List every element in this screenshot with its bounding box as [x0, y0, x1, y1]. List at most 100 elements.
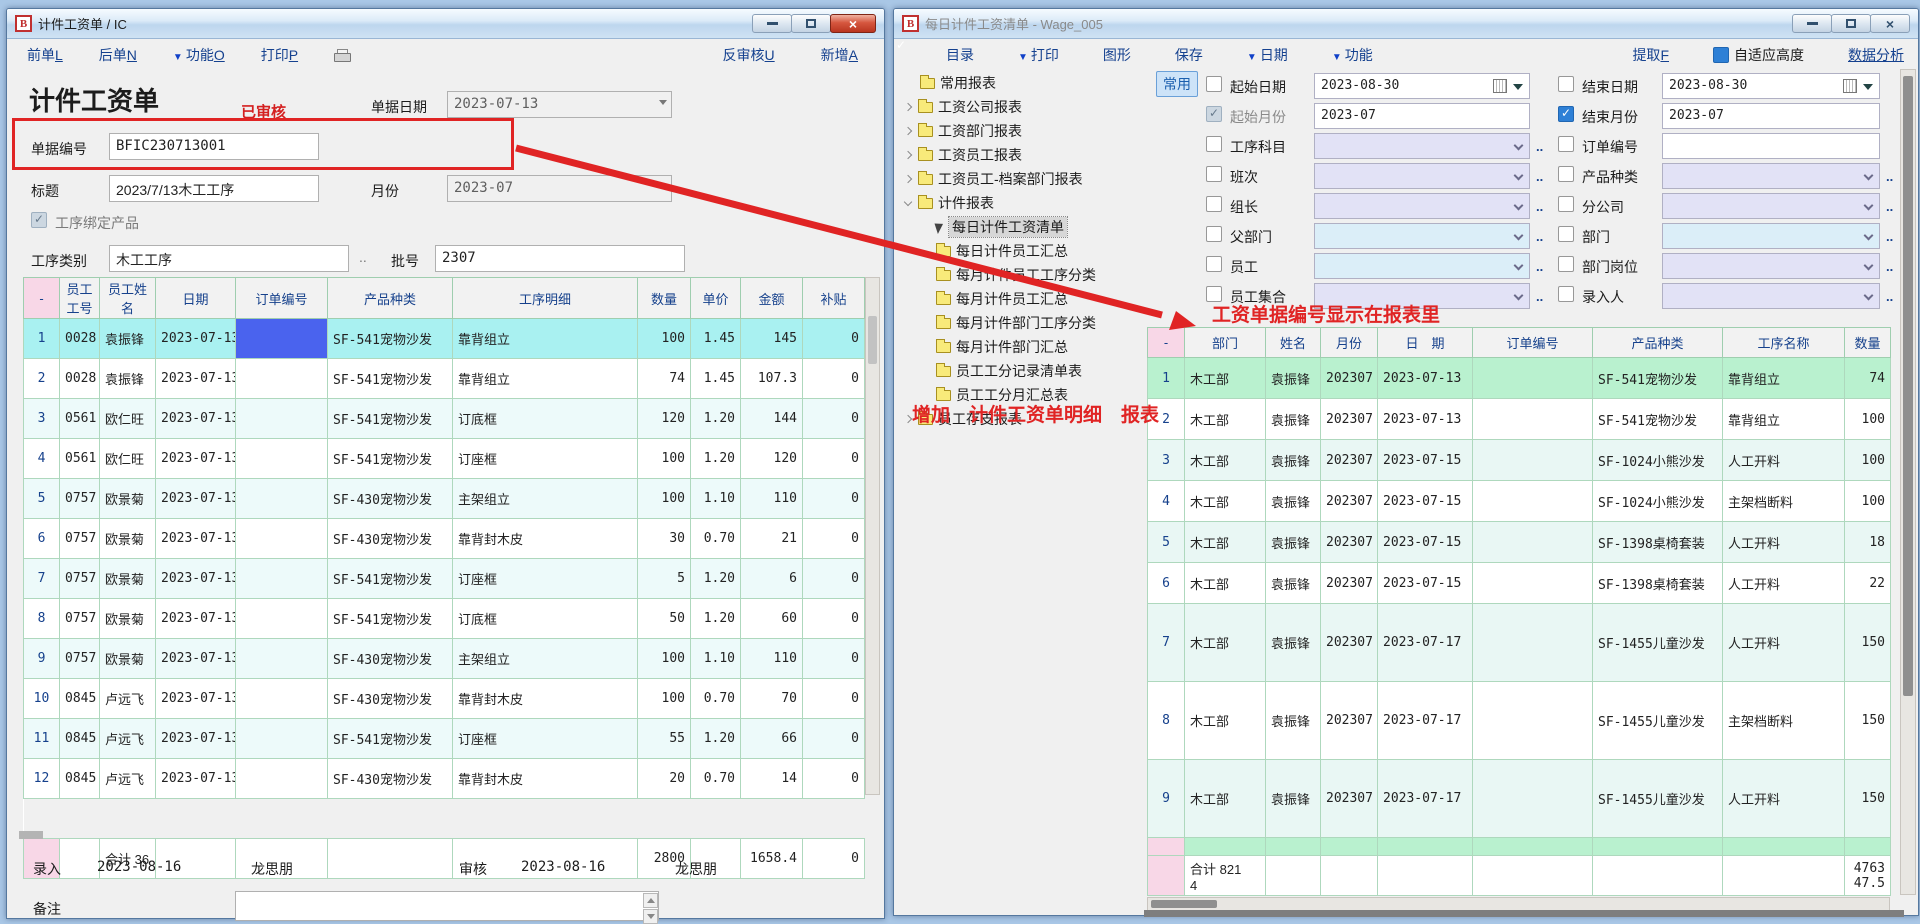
product-type-select[interactable] [1662, 163, 1880, 189]
dept-select[interactable] [1662, 223, 1880, 249]
col-header[interactable]: 产品种类 [1593, 328, 1723, 358]
col-header[interactable]: 姓名 [1266, 328, 1321, 358]
table-row[interactable]: 10 0845 卢远飞 2023-07-13 SF-430宠物沙发 靠背封木皮 … [24, 679, 865, 719]
end-date-input[interactable]: 2023-08-30 [1662, 73, 1880, 99]
lookup-dots[interactable]: .. [1536, 259, 1543, 274]
title-field[interactable]: 2023/7/13木工工序 [109, 175, 319, 202]
table-row[interactable]: 8 0757 欧景菊 2023-07-13 SF-541宠物沙发 订底框 50 … [24, 599, 865, 639]
data-analysis-link[interactable]: 数据分析 [1848, 45, 1904, 65]
lookup-dots[interactable]: .. [1886, 289, 1893, 304]
date-menu[interactable]: 日期 [1247, 45, 1288, 65]
table-row[interactable]: 3 0561 欧仁旺 2023-07-13 SF-541宠物沙发 订底框 120… [24, 399, 865, 439]
print-menu[interactable]: 打印 [1018, 45, 1059, 65]
table-vscrollbar[interactable] [865, 277, 880, 795]
scroll-up-button[interactable] [643, 893, 658, 908]
product-type-checkbox[interactable] [1558, 166, 1574, 182]
order-no-input[interactable] [1662, 133, 1880, 159]
table-row[interactable]: 9 0757 欧景菊 2023-07-13 SF-430宠物沙发 主架组立 10… [24, 639, 865, 679]
col-header[interactable]: 补贴 [803, 278, 865, 319]
extract-button[interactable]: 提取F [1632, 45, 1669, 65]
col-header[interactable]: 订单编号 [236, 278, 328, 319]
branch-select[interactable] [1662, 193, 1880, 219]
daily-wage-report-window[interactable]: B 每日计件工资清单 - Wage_005 × 目录 打印 图形 保存 日期 功… [893, 8, 1919, 916]
table-row[interactable]: 4 木工部 袁振锋 202307 2023-07-15 SF-1024小熊沙发 … [1148, 481, 1891, 522]
report-hscrollbar[interactable] [1147, 897, 1890, 911]
report-vscrollbar[interactable] [1900, 69, 1916, 895]
col-header[interactable]: 员工姓名 [100, 278, 156, 319]
col-header[interactable]: 产品种类 [328, 278, 453, 319]
lookup-dots[interactable]: .. [1536, 139, 1543, 154]
start-date-input[interactable]: 2023-08-30 [1314, 73, 1530, 99]
col-header[interactable]: 日期 [156, 278, 236, 319]
function-menu[interactable]: 功能 [1332, 45, 1373, 65]
table-row[interactable]: 5 0757 欧景菊 2023-07-13 SF-430宠物沙发 主架组立 10… [24, 479, 865, 519]
lookup-dots[interactable]: .. [359, 249, 367, 265]
start-month-input[interactable]: 2023-07 [1314, 103, 1530, 129]
table-row[interactable]: 9 木工部 袁振锋 202307 2023-07-17 SF-1455儿童沙发 … [1148, 760, 1891, 838]
start-date-checkbox[interactable] [1206, 76, 1222, 92]
table-row[interactable]: 2 0028 袁振锋 2023-07-13 SF-541宠物沙发 靠背组立 74… [24, 359, 865, 399]
dropdown-arrow-icon[interactable] [1863, 84, 1873, 90]
col-header[interactable]: 员工工号 [60, 278, 100, 319]
col-header[interactable]: 数量 [638, 278, 691, 319]
col-header[interactable]: 订单编号 [1473, 328, 1593, 358]
unaudit-button[interactable]: 反审核U [723, 45, 775, 65]
table-row[interactable]: 8 木工部 袁振锋 202307 2023-07-17 SF-1455儿童沙发 … [1148, 682, 1891, 760]
table-row[interactable]: 5 木工部 袁振锋 202307 2023-07-15 SF-1398桌椅套装 … [1148, 522, 1891, 563]
batch-field[interactable]: 2307 [435, 245, 685, 272]
end-date-checkbox[interactable] [1558, 76, 1574, 92]
employee-select[interactable] [1314, 253, 1530, 279]
dept-checkbox[interactable] [1558, 226, 1574, 242]
close-button[interactable]: × [830, 14, 876, 33]
autofit-height-checkbox[interactable] [1713, 47, 1729, 63]
shift-select[interactable] [1314, 163, 1530, 189]
calendar-icon[interactable] [1493, 79, 1507, 93]
process-subject-checkbox[interactable] [1206, 136, 1222, 152]
minimize-button[interactable] [1792, 14, 1832, 33]
lookup-dots[interactable]: .. [1536, 169, 1543, 184]
order-no-checkbox[interactable] [1558, 136, 1574, 152]
col-header[interactable]: 日 期 [1378, 328, 1473, 358]
lookup-dots[interactable]: .. [1886, 229, 1893, 244]
right-titlebar[interactable]: B 每日计件工资清单 - Wage_005 × [894, 9, 1918, 39]
splitter-handle[interactable] [19, 831, 43, 839]
parent-dept-select[interactable] [1314, 223, 1530, 249]
branch-checkbox[interactable] [1558, 196, 1574, 212]
col-header[interactable]: - [1148, 328, 1185, 358]
graph-menu[interactable]: 图形 [1103, 45, 1131, 65]
table-row[interactable]: 12 0845 卢远飞 2023-07-13 SF-430宠物沙发 靠背封木皮 … [24, 759, 865, 799]
left-titlebar[interactable]: B 计件工资单 / IC × [7, 9, 884, 39]
new-doc-button[interactable]: 新增A [821, 45, 858, 65]
process-subject-select[interactable] [1314, 133, 1530, 159]
end-month-checkbox[interactable] [1558, 106, 1574, 122]
table-row[interactable]: 6 0757 欧景菊 2023-07-13 SF-430宠物沙发 靠背封木皮 3… [24, 519, 865, 559]
table-row[interactable]: 4 0561 欧仁旺 2023-07-13 SF-541宠物沙发 订座框 100… [24, 439, 865, 479]
directory-menu[interactable]: 目录 [946, 45, 974, 65]
table-row[interactable]: 3 木工部 袁振锋 202307 2023-07-15 SF-1024小熊沙发 … [1148, 440, 1891, 481]
table-row[interactable]: 6 木工部 袁振锋 202307 2023-07-15 SF-1398桌椅套装 … [1148, 563, 1891, 604]
print-menu[interactable]: 打印P [261, 45, 298, 65]
entry-person-select[interactable] [1662, 283, 1880, 309]
col-header[interactable]: 月份 [1321, 328, 1378, 358]
col-header[interactable]: 工序名称 [1723, 328, 1845, 358]
lookup-dots[interactable]: .. [1536, 199, 1543, 214]
maximize-button[interactable] [791, 14, 831, 33]
dept-position-select[interactable] [1662, 253, 1880, 279]
leader-checkbox[interactable] [1206, 196, 1222, 212]
dropdown-arrow-icon[interactable] [1513, 84, 1523, 90]
tree-item-workpoint-record-list[interactable]: 员工工分记录清单表 [936, 359, 1082, 383]
col-header[interactable]: 工序明细 [453, 278, 638, 319]
table-row[interactable]: 7 0757 欧景菊 2023-07-13 SF-541宠物沙发 订座框 5 1… [24, 559, 865, 599]
tree-item-monthly-piecework-dept-summary[interactable]: 每月计件部门汇总 [936, 335, 1068, 359]
end-month-input[interactable]: 2023-07 [1662, 103, 1880, 129]
col-header[interactable]: - [24, 278, 60, 319]
printer-icon[interactable] [334, 49, 350, 62]
remark-textarea[interactable] [235, 891, 659, 921]
table-row[interactable]: 2 木工部 袁振锋 202307 2023-07-13 SF-541宠物沙发 靠… [1148, 399, 1891, 440]
table-row[interactable]: 7 木工部 袁振锋 202307 2023-07-17 SF-1455儿童沙发 … [1148, 604, 1891, 682]
table-row[interactable]: 1 木工部 袁振锋 202307 2023-07-13 SF-541宠物沙发 靠… [1148, 358, 1891, 399]
col-header[interactable]: 数量 [1845, 328, 1891, 358]
function-menu[interactable]: 功能O [173, 45, 225, 65]
calendar-icon[interactable] [1843, 79, 1857, 93]
dept-position-checkbox[interactable] [1558, 256, 1574, 272]
